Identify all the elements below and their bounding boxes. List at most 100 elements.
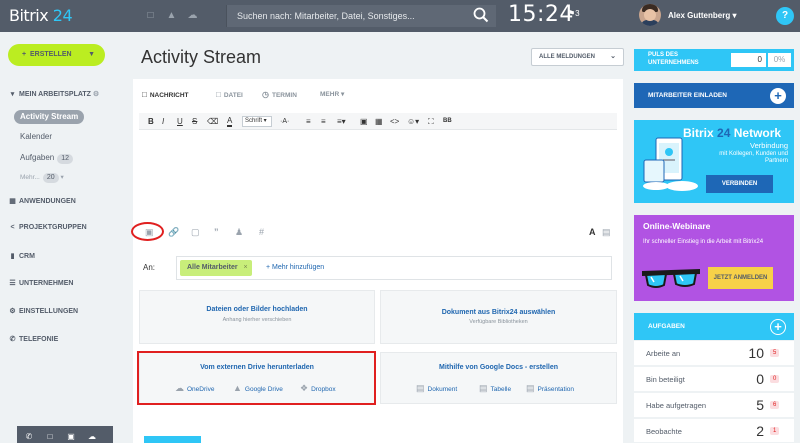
gdocs-table-link[interactable]: ▤ Tabelle: [479, 383, 511, 394]
quote-icon[interactable]: ”: [214, 226, 219, 238]
bbcode-icon[interactable]: BB: [443, 116, 452, 127]
sidebar-section-telephony[interactable]: ✆ TELEFONIE: [8, 334, 59, 346]
crm-icon: ▮: [10, 253, 15, 260]
ordered-list-icon[interactable]: ≡: [306, 116, 311, 127]
font-color-icon[interactable]: A: [227, 116, 233, 127]
font-select[interactable]: Schrift ▾: [242, 116, 272, 127]
register-now-button[interactable]: JETZT ANMELDEN: [708, 267, 773, 289]
task-badge: 6: [770, 401, 780, 409]
webinar-subtitle: Ihr schneller Einstieg in die Arbeit mit…: [643, 239, 764, 245]
task-row-working[interactable]: Arbeite an 10 5: [634, 341, 794, 366]
bullet-list-icon[interactable]: ≡: [321, 116, 326, 127]
video-icon[interactable]: ▢: [191, 226, 200, 238]
sidebar-item-tasks[interactable]: Aufgaben 12: [14, 151, 79, 165]
gear-icon[interactable]: ⚙: [93, 91, 99, 98]
fullscreen-icon[interactable]: ⛶: [428, 116, 434, 127]
sidebar-item-calendar[interactable]: Kalender: [14, 130, 58, 144]
create-button[interactable]: + ERSTELLEN ▼: [8, 44, 105, 66]
tab-event[interactable]: ◷ TERMIN: [262, 90, 297, 99]
webinar-banner: Online-Webinare Ihr schneller Einstieg i…: [634, 215, 794, 301]
mention-icon[interactable]: ♟: [235, 226, 243, 238]
phone-icon: ✆: [9, 336, 16, 343]
collapse-icon: ▾: [10, 91, 15, 98]
add-task-button[interactable]: +: [770, 319, 786, 335]
sidebar-section-groups[interactable]: < PROJEKTGRUPPEN: [8, 222, 86, 234]
sidebar-section-crm[interactable]: ▮ CRM: [8, 251, 35, 263]
search-icon[interactable]: [472, 6, 490, 24]
sidebar-section-settings[interactable]: ⚙ EINSTELLUNGEN: [8, 306, 78, 318]
link-icon[interactable]: 🔗: [168, 226, 179, 238]
chat-icon[interactable]: □: [41, 428, 59, 443]
flag-counter[interactable]: ⚑3: [568, 9, 580, 18]
plus-icon: +: [770, 88, 786, 104]
table-icon[interactable]: ▦: [375, 116, 383, 127]
task-badge: 0: [770, 375, 780, 383]
strikethrough-icon[interactable]: S: [192, 116, 197, 127]
bell-icon[interactable]: ▲: [166, 10, 177, 21]
align-icon[interactable]: ≡▾: [337, 116, 346, 127]
bold-icon[interactable]: B: [148, 116, 154, 127]
upload-local-box[interactable]: Dateien oder Bilder hochladen Anhang hie…: [139, 290, 375, 344]
hashtag-icon[interactable]: #: [259, 226, 264, 238]
task-row-assigned[interactable]: Habe aufgetragen 5 6: [634, 393, 794, 418]
task-label: Bin beteiligt: [646, 375, 685, 384]
upload-bitrix-box[interactable]: Dokument aus Bitrix24 auswählen Verfügba…: [380, 290, 617, 344]
font-size-icon[interactable]: ·A·: [280, 116, 289, 127]
avatar[interactable]: [639, 4, 661, 26]
send-button[interactable]: [144, 436, 201, 443]
add-recipient-link[interactable]: + Mehr hinzufügen: [266, 260, 324, 276]
recipients-field[interactable]: Alle Mitarbeiter × + Mehr hinzufügen: [176, 256, 612, 280]
tab-file[interactable]: □ DATEI: [216, 90, 243, 99]
recipient-chip[interactable]: Alle Mitarbeiter ×: [180, 260, 252, 276]
task-badge: 5: [770, 349, 780, 357]
clock[interactable]: 15:24: [508, 2, 574, 27]
code-icon[interactable]: <>: [390, 116, 399, 127]
underline-icon[interactable]: U: [177, 116, 183, 127]
upload-local-subtitle: Anhang hierher verschieben: [222, 317, 292, 323]
panel-icon[interactable]: ▤: [602, 226, 611, 238]
message-icon: □: [142, 90, 147, 99]
text-format-icon[interactable]: A: [589, 226, 596, 238]
glasses-illustration: [642, 269, 700, 288]
help-button[interactable]: ?: [776, 7, 794, 25]
company-pulse[interactable]: PULS DES UNTERNEHMENS 0 0%: [634, 49, 794, 71]
chat-icon[interactable]: □: [145, 10, 156, 21]
tab-message[interactable]: □ NACHRICHT: [142, 90, 188, 99]
filter-dropdown[interactable]: ALLE MELDUNGEN ⌄: [531, 48, 624, 66]
page-title: Activity Stream: [141, 47, 262, 67]
user-menu[interactable]: Alex Guttenberg ▾: [668, 11, 736, 20]
gdocs-presentation-link[interactable]: ▤ Präsentation: [526, 383, 574, 394]
spreadsheet-icon: ▤: [479, 383, 488, 393]
editor-toolbar: B I U S ⌫ A Schrift ▾ ·A· ≡ ≡ ≡▾ ▣ ▦ <> …: [139, 113, 617, 130]
tab-more[interactable]: MEHR ▾: [320, 90, 344, 98]
emoji-icon[interactable]: ☺▾: [407, 116, 419, 127]
image-icon[interactable]: ▣: [360, 116, 368, 127]
connect-button[interactable]: VERBINDEN: [706, 175, 773, 193]
gdocs-document-link[interactable]: ▤ Dokument: [416, 383, 457, 394]
sidebar-section-apps[interactable]: ▦ ANWENDUNGEN: [8, 196, 76, 208]
cloud-icon[interactable]: ☁: [83, 428, 101, 443]
task-row-participating[interactable]: Bin beteiligt 0 0: [634, 367, 794, 392]
italic-icon[interactable]: I: [162, 116, 164, 127]
document-icon: ▤: [416, 383, 425, 393]
task-count: 5: [756, 397, 764, 413]
search-input[interactable]: Suchen nach: Mitarbeiter, Datei, Sonstig…: [226, 5, 496, 27]
webinar-title: Online-Webinare: [643, 221, 711, 231]
cloud-icon[interactable]: ☁: [187, 10, 198, 21]
tasks-title: AUFGABEN: [648, 323, 685, 330]
invite-users-button[interactable]: MITARBEITER EINLADEN +: [634, 83, 794, 108]
task-row-observing[interactable]: Beobachte 2 1: [634, 419, 794, 443]
phone-icon[interactable]: ✆: [20, 428, 38, 443]
logo[interactable]: Bitrix 24: [9, 6, 73, 25]
lock-icon[interactable]: ▣: [62, 428, 80, 443]
plus-icon: +: [22, 51, 27, 58]
sidebar-section-workspace[interactable]: ▾ MEIN ARBEITSPLATZ ⚙: [8, 89, 99, 101]
eraser-icon[interactable]: ⌫: [207, 116, 218, 127]
close-icon[interactable]: ×: [243, 260, 247, 276]
more-count-badge: 20: [42, 173, 59, 183]
sidebar-item-more[interactable]: Mehr... 20 ▾: [14, 171, 70, 185]
sidebar-section-company[interactable]: ☰ UNTERNEHMEN: [8, 278, 73, 290]
recipients-label: An:: [143, 263, 156, 272]
message-editor[interactable]: [139, 130, 617, 220]
sidebar-item-activity-stream[interactable]: Activity Stream: [14, 110, 85, 124]
